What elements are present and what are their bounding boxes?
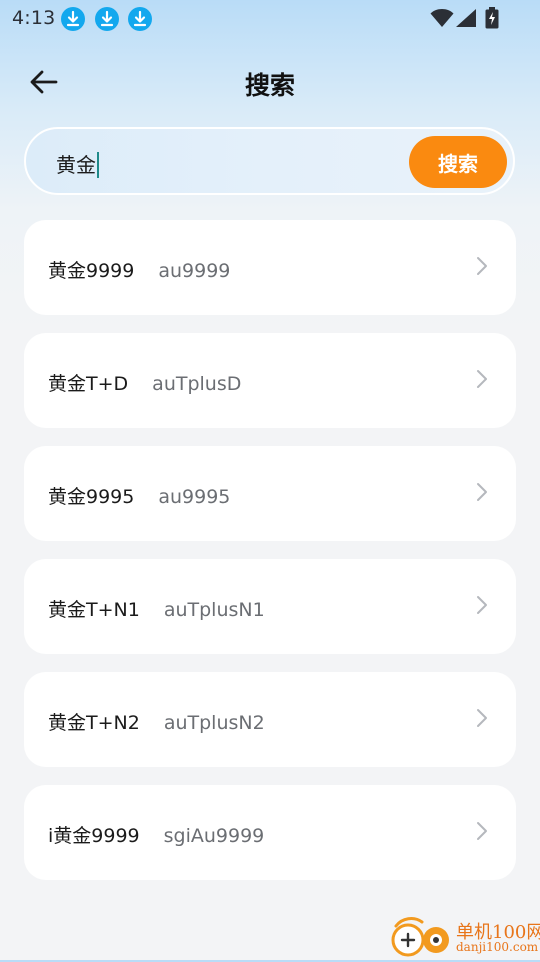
result-code: auTplusN1 xyxy=(163,599,265,621)
search-query-text: 黄金 xyxy=(56,153,96,177)
chevron-right-icon xyxy=(476,256,488,280)
result-item[interactable]: 黄金T+N1 auTplusN1 xyxy=(24,559,516,654)
result-item[interactable]: i黄金9999 sgiAu9999 xyxy=(24,785,516,880)
result-name: 黄金T+N2 xyxy=(48,712,140,734)
cell-signal-icon xyxy=(455,8,477,32)
result-name: 黄金T+N1 xyxy=(48,599,140,621)
result-text: i黄金9999 sgiAu9999 xyxy=(48,821,264,848)
chevron-right-icon xyxy=(476,595,488,619)
result-text: 黄金T+N2 auTplusN2 xyxy=(48,708,265,735)
watermark-logo: 单机100网 danji100.com xyxy=(388,914,540,960)
search-input[interactable]: 黄金 xyxy=(56,149,99,178)
result-item[interactable]: 黄金9995 au9995 xyxy=(24,446,516,541)
result-item[interactable]: 黄金T+D auTplusD xyxy=(24,333,516,428)
result-text: 黄金T+N1 auTplusN1 xyxy=(48,595,265,622)
battery-charging-icon xyxy=(485,7,499,33)
search-result-list: 黄金9999 au9999 黄金T+D auTplusD 黄金9995 au9995 … xyxy=(24,220,516,898)
watermark-url: danji100.com xyxy=(456,940,539,954)
result-code: au9995 xyxy=(158,486,231,508)
download-icon xyxy=(61,7,85,31)
result-name: 黄金9999 xyxy=(48,260,135,282)
watermark-icon xyxy=(388,916,454,962)
result-item[interactable]: 黄金9999 au9999 xyxy=(24,220,516,315)
wifi-icon xyxy=(430,8,454,32)
result-text: 黄金9999 au9999 xyxy=(48,256,230,283)
download-icon xyxy=(95,7,119,31)
result-code: au9999 xyxy=(158,260,231,282)
search-bar: 黄金 搜索 xyxy=(24,127,515,195)
status-time: 4:13 xyxy=(12,7,56,29)
result-code: sgiAu9999 xyxy=(163,825,265,847)
result-name: 黄金T+D xyxy=(48,373,129,395)
result-text: 黄金9995 au9995 xyxy=(48,482,230,509)
page-title: 搜索 xyxy=(244,71,295,100)
result-text: 黄金T+D auTplusD xyxy=(48,369,241,396)
text-caret xyxy=(97,152,99,178)
chevron-right-icon xyxy=(476,821,488,845)
search-button[interactable]: 搜索 xyxy=(409,136,507,188)
chevron-right-icon xyxy=(476,482,488,506)
result-name: 黄金9995 xyxy=(48,486,135,508)
download-icon xyxy=(128,7,152,31)
result-code: auTplusN2 xyxy=(163,712,265,734)
chevron-right-icon xyxy=(476,708,488,732)
result-item[interactable]: 黄金T+N2 auTplusN2 xyxy=(24,672,516,767)
chevron-right-icon xyxy=(476,369,488,393)
result-name: i黄金9999 xyxy=(48,825,140,847)
status-bar: 4:13 xyxy=(0,0,540,38)
result-code: auTplusD xyxy=(152,373,242,395)
